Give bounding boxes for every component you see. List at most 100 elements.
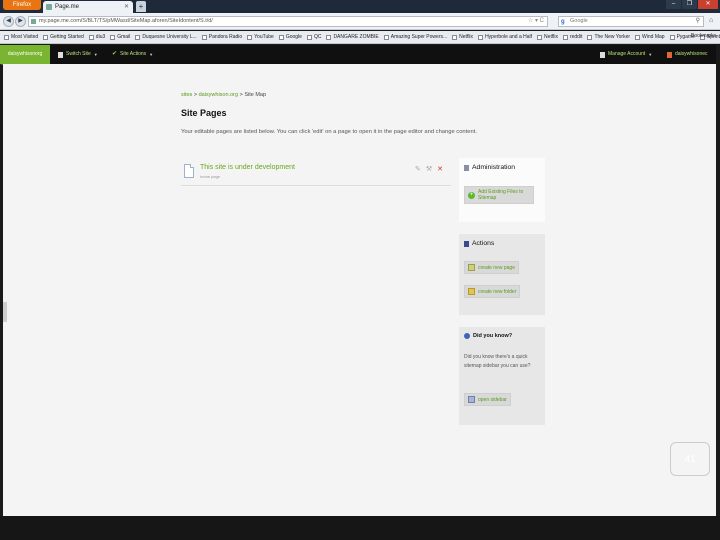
site-identity-icon xyxy=(31,19,36,24)
user-menu[interactable]: daisywhisonec xyxy=(667,45,708,64)
bookmark-label: The New Yorker xyxy=(594,34,631,40)
admin-icon xyxy=(464,164,469,171)
delete-icon[interactable]: ✕ xyxy=(437,165,443,173)
bookmark-label: Hyperbole and a Half xyxy=(485,34,533,40)
open-sidebar-label: open sidebar xyxy=(478,396,507,403)
did-you-know-text: Did you know there's a quick sitemap sid… xyxy=(464,354,531,369)
open-sidebar-button[interactable]: open sidebar xyxy=(464,393,511,406)
bookmark-label: Pandora Radio xyxy=(208,34,243,40)
search-icon[interactable]: ⚲ xyxy=(696,17,700,26)
bookmark-icon xyxy=(669,34,675,40)
bookmark-item[interactable]: Pandora Radio xyxy=(201,34,243,40)
site-actions-menu[interactable]: ✔ Site Actions ▼ xyxy=(112,45,153,64)
bookmark-item[interactable]: Google xyxy=(278,34,302,40)
bookmark-item[interactable]: Getting Started xyxy=(43,34,84,40)
bookmark-item[interactable]: Amazing Super Powers... xyxy=(383,34,448,40)
bookmark-item[interactable]: QC xyxy=(306,34,321,40)
minimize-button[interactable]: – xyxy=(666,0,681,9)
bottom-bar xyxy=(0,516,720,540)
breadcrumb: sites > daisywhison.org > Site Map xyxy=(181,92,266,98)
navigation-bar: ◀ ▶ my.page.me.com/S/BLT/TS/pMWasd/SiteM… xyxy=(0,13,720,30)
new-tab-button[interactable]: + xyxy=(136,1,146,12)
site-actions-label: Site Actions xyxy=(120,51,147,57)
bookmark-item[interactable]: Hyperbole and a Half xyxy=(478,34,532,40)
bookmark-icon xyxy=(88,34,94,40)
bookmark-icon xyxy=(383,34,389,40)
bookmarks-toolbar: Most Visited Getting Started diu3 Gmail Duqu… xyxy=(0,31,720,44)
actions-title: Actions xyxy=(472,240,495,247)
bookmark-icon xyxy=(201,34,207,40)
administration-panel: Administration + Add Existing Files to S… xyxy=(459,158,545,222)
search-input[interactable]: g Google ⚲ xyxy=(558,16,704,27)
bookmark-label: Google xyxy=(285,34,302,40)
intro-text: Your editable pages are listed below. Yo… xyxy=(181,129,477,135)
account-icon xyxy=(600,51,605,58)
url-text: my.page.me.com/S/BLT/TS/pMWasd/SiteMap.a… xyxy=(39,18,213,24)
create-new-folder-button[interactable]: create new folder xyxy=(464,285,521,298)
bookmarks-menu[interactable]: Bookmarks xyxy=(691,33,716,39)
manage-account-menu[interactable]: Manage Account ▼ xyxy=(600,45,652,64)
create-new-page-label: create new page xyxy=(478,264,515,271)
chevron-down-icon: ▼ xyxy=(149,52,154,57)
bookmark-label: diu3 xyxy=(95,34,106,40)
forward-button[interactable]: ▶ xyxy=(15,16,26,27)
bookmark-label: Netflix xyxy=(459,34,474,40)
page-subtitle: home page xyxy=(200,174,221,179)
bookmark-label: DANGARE ZOMBIE xyxy=(333,34,379,40)
home-icon[interactable]: ⌂ xyxy=(709,17,713,24)
close-window-button[interactable]: ✕ xyxy=(698,0,718,9)
search-engine-label: Google xyxy=(570,18,588,24)
bookmark-item[interactable]: Gmail xyxy=(110,34,130,40)
did-you-know-panel: Did you know? Did you know there's a qui… xyxy=(459,327,545,425)
bookmark-icon xyxy=(537,34,543,40)
breadcrumb-home-link[interactable]: sites xyxy=(181,92,192,98)
add-icon: + xyxy=(468,191,475,199)
bookmark-item[interactable]: Duquesne University L... xyxy=(135,34,197,40)
browser-title-bar: Firefox Page.me ✕ + – ❐ ✕ xyxy=(0,0,720,13)
add-existing-files-button[interactable]: + Add Existing Files to Sitemap xyxy=(464,186,534,204)
bookmark-label: Gmail xyxy=(117,34,131,40)
page-document-icon xyxy=(184,164,194,178)
switch-site-label: Switch Site xyxy=(66,51,91,57)
firefox-menu-button[interactable]: Firefox xyxy=(3,0,41,10)
breadcrumb-site-link[interactable]: daisywhison.org xyxy=(199,92,238,98)
page-title-link[interactable]: This site is under development xyxy=(200,164,295,171)
back-button[interactable]: ◀ xyxy=(3,16,14,27)
manage-account-label: Manage Account xyxy=(608,51,646,57)
bookmark-icon xyxy=(135,34,141,40)
switch-site-menu[interactable]: Switch Site ▼ xyxy=(58,45,98,64)
bookmark-label: Wind Map xyxy=(642,34,665,40)
bookmark-item[interactable]: The New Yorker xyxy=(587,34,630,40)
bookmark-item[interactable]: Most Visited xyxy=(4,34,38,40)
bookmark-item[interactable]: DANGARE ZOMBIE xyxy=(326,34,379,40)
bookmark-label: Amazing Super Powers... xyxy=(390,34,448,40)
did-you-know-header: Did you know? xyxy=(464,333,512,339)
tab-close-icon[interactable]: ✕ xyxy=(124,1,129,13)
page-row-actions: ✎ ⚒ ✕ xyxy=(415,165,443,173)
bookmark-icon xyxy=(478,34,484,40)
checkmark-icon: ✔ xyxy=(112,51,118,57)
info-icon xyxy=(464,333,470,339)
bookmark-item[interactable]: reddit xyxy=(562,34,582,40)
tab-title: Page.me xyxy=(55,4,80,10)
edit-pencil-icon[interactable]: ✎ xyxy=(415,165,421,173)
bookmark-item[interactable]: Netflix xyxy=(452,34,473,40)
bookmark-label: YouTube xyxy=(254,34,274,40)
bookmark-icon xyxy=(278,34,284,40)
window-controls: – ❐ ✕ xyxy=(666,0,718,9)
bookmark-item[interactable]: diu3 xyxy=(88,34,106,40)
properties-icon[interactable]: ⚒ xyxy=(426,165,432,173)
bookmark-item[interactable]: Wind Map xyxy=(635,34,665,40)
bookmark-icon xyxy=(110,34,116,40)
bookmark-item[interactable]: Netflix xyxy=(537,34,558,40)
browser-tab[interactable]: Page.me ✕ xyxy=(43,1,133,13)
bookmark-star-icon[interactable]: ☆ ▾ C xyxy=(528,17,544,26)
create-new-page-button[interactable]: create new page xyxy=(464,261,519,274)
site-toolbar: daisywhisonorg Switch Site ▼ ✔ Site Acti… xyxy=(0,45,716,70)
sidebar-drag-handle[interactable] xyxy=(3,302,7,322)
sidebar-icon xyxy=(468,396,475,403)
url-input[interactable]: my.page.me.com/S/BLT/TS/pMWasd/SiteMap.a… xyxy=(28,16,548,27)
bookmark-icon xyxy=(4,34,9,40)
bookmark-item[interactable]: YouTube xyxy=(247,34,274,40)
maximize-button[interactable]: ❐ xyxy=(682,0,697,9)
